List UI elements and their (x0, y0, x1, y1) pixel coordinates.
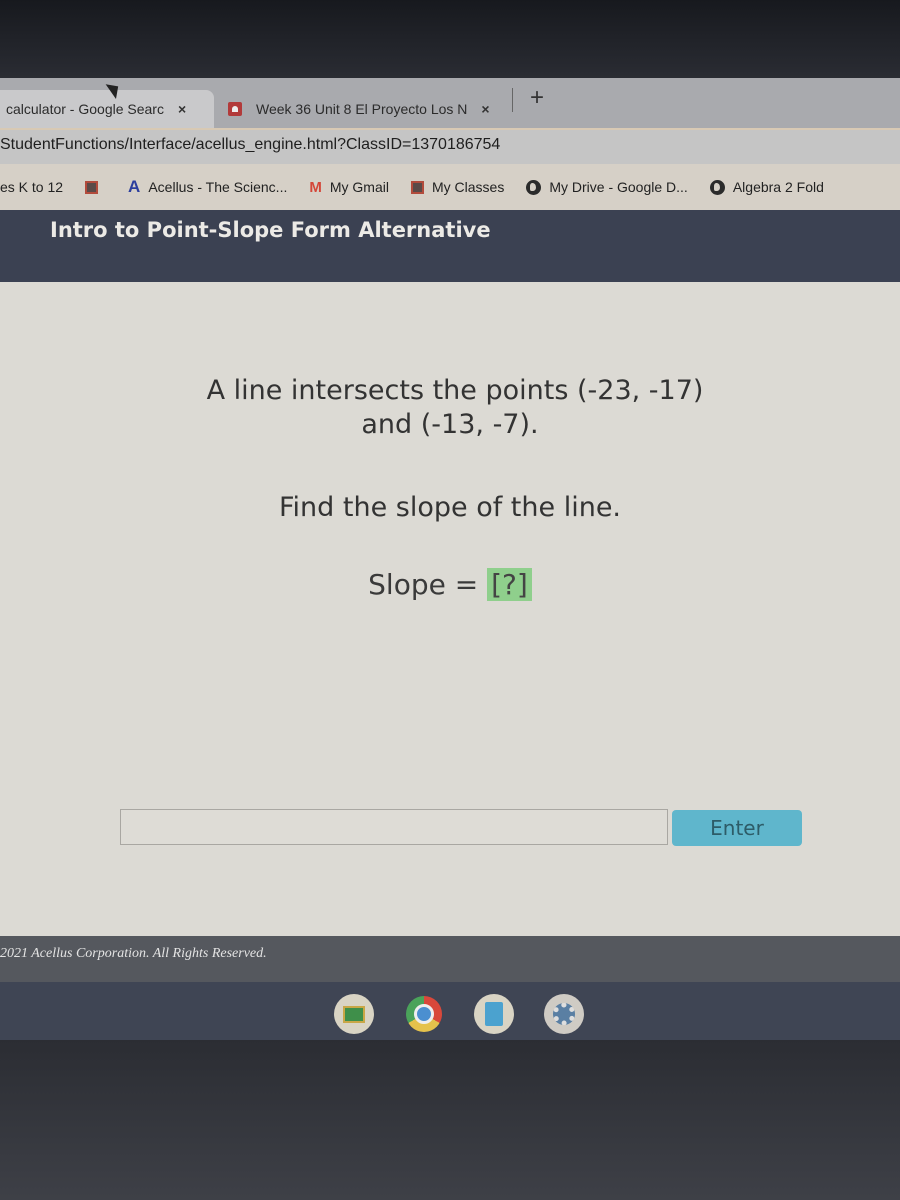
acellus-classroom-icon (410, 180, 424, 194)
bookmark-algebra-2-folder[interactable]: Algebra 2 Fold (709, 179, 824, 195)
google-classroom-icon (343, 1005, 365, 1023)
gmail-icon: M (309, 178, 322, 196)
bookmark-my-classes[interactable]: My Classes (410, 179, 505, 195)
screen-bezel (0, 0, 900, 78)
google-docs-icon (485, 1002, 503, 1026)
slope-equation: Slope = [?] (0, 568, 900, 601)
enter-button[interactable]: Enter (672, 810, 802, 846)
google-docs-app[interactable] (474, 994, 514, 1034)
copyright-text: 2021 Acellus Corporation. All Rights Res… (0, 946, 267, 961)
bookmark-my-gmail[interactable]: M My Gmail (309, 179, 389, 196)
bookmarks-bar: es K to 12 A Acellus - The Scienc... M M… (0, 164, 900, 210)
bookmark-label: Algebra 2 Fold (732, 179, 824, 195)
question-line-2: and (-13, -7). (361, 409, 539, 440)
tab-separator (512, 88, 513, 112)
url-text: StudentFunctions/Interface/acellus_engin… (0, 136, 501, 153)
footer: 2021 Acellus Corporation. All Rights Res… (0, 936, 900, 982)
close-tab-icon[interactable]: × (481, 101, 489, 117)
settings-icon (553, 1003, 575, 1025)
bookmark-label: es K to 12 (0, 179, 64, 195)
lesson-title: Intro to Point-Slope Form Alternative (50, 218, 491, 242)
laptop-frame (0, 1040, 900, 1200)
os-shelf (0, 982, 900, 1040)
bookmark-k-to-12[interactable]: es K to 12 (0, 179, 63, 195)
bookmark-acellus-classroom[interactable] (85, 180, 106, 194)
close-tab-icon[interactable]: × (178, 101, 186, 117)
acellus-a-icon: A (128, 177, 141, 196)
question-prompt: Find the slope of the line. (278, 492, 622, 523)
lesson-header: Intro to Point-Slope Form Alternative (0, 210, 900, 282)
answer-input[interactable] (120, 809, 668, 845)
tab-title: Week 36 Unit 8 El Proyecto Los N (256, 101, 468, 117)
address-bar[interactable]: StudentFunctions/Interface/acellus_engin… (0, 128, 900, 164)
browser-tab-strip: calculator - Google Searc × Week 36 Unit… (0, 78, 900, 128)
tab-title: calculator - Google Searc (6, 101, 164, 117)
globe-icon (526, 179, 542, 195)
google-classroom-app[interactable] (334, 994, 374, 1034)
tab-google-search[interactable]: calculator - Google Searc × (0, 90, 214, 128)
acellus-icon (228, 102, 242, 116)
chrome-app[interactable] (404, 994, 444, 1034)
new-tab-button[interactable]: + (530, 84, 544, 112)
question-panel: A line intersects the points (-23, -17) … (0, 282, 900, 936)
answer-placeholder: [?] (487, 568, 532, 601)
bookmark-label: My Classes (431, 179, 505, 195)
settings-app[interactable] (544, 994, 584, 1034)
bookmark-label: Acellus - The Scienc... (148, 179, 288, 195)
acellus-classroom-icon (85, 180, 99, 194)
tab-week-36[interactable]: Week 36 Unit 8 El Proyecto Los N × (214, 90, 514, 128)
question-line-1: A line intersects the points (-23, -17) (206, 375, 704, 406)
bookmark-label: My Drive - Google D... (549, 179, 688, 195)
bookmark-acellus[interactable]: A Acellus - The Scienc... (128, 177, 287, 197)
question-text: A line intersects the points (-23, -17) … (0, 374, 900, 442)
bookmark-my-drive[interactable]: My Drive - Google D... (526, 179, 688, 195)
globe-icon (709, 179, 725, 195)
chrome-icon (406, 996, 442, 1032)
slope-label: Slope = (368, 568, 488, 601)
bookmark-label: My Gmail (329, 179, 389, 195)
